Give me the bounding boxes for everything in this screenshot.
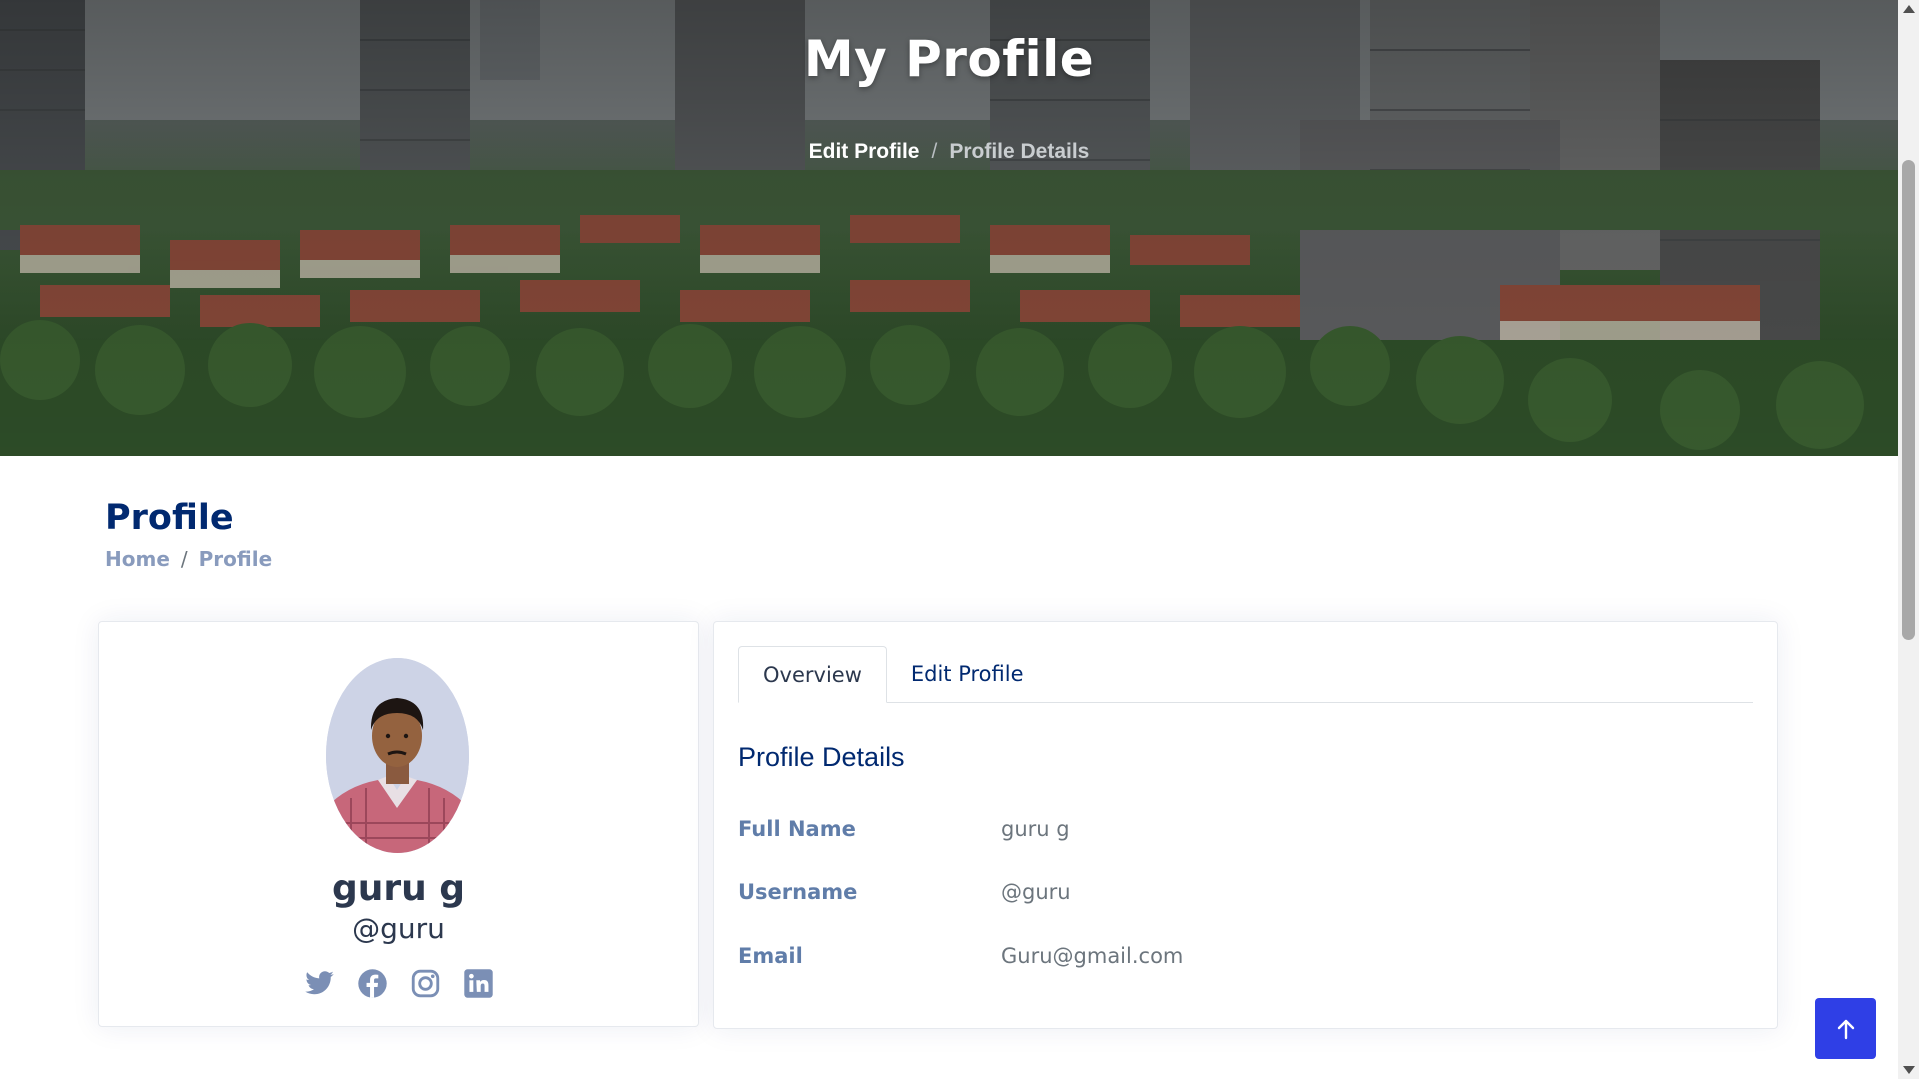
hero-banner: My Profile Edit Profile / Profile Details <box>0 0 1898 456</box>
page-scrollbar[interactable] <box>1898 0 1919 1079</box>
detail-row-email: Email Guru@gmail.com <box>738 944 1738 974</box>
hero-breadcrumb-profile-details: Profile Details <box>949 140 1090 163</box>
avatar <box>326 658 469 853</box>
detail-value: Guru@gmail.com <box>1001 944 1184 968</box>
scroll-up-arrow-icon[interactable] <box>1903 5 1915 13</box>
scrollbar-thumb[interactable] <box>1902 160 1915 640</box>
hero-breadcrumb-separator: / <box>931 140 938 163</box>
linkedin-link[interactable] <box>463 968 494 999</box>
profile-handle: @guru <box>352 912 445 945</box>
arrow-up-icon <box>1837 1019 1854 1039</box>
tab-overview[interactable]: Overview <box>738 646 887 703</box>
section-title: Profile Details <box>738 742 905 772</box>
social-links <box>99 968 698 999</box>
detail-label: Email <box>738 944 803 968</box>
detail-label: Username <box>738 880 858 904</box>
scroll-down-arrow-icon[interactable] <box>1903 1066 1915 1074</box>
detail-row-full-name: Full Name guru g <box>738 817 1738 847</box>
page-title: Profile <box>105 498 234 538</box>
detail-label: Full Name <box>738 817 856 841</box>
hero-breadcrumb: Edit Profile / Profile Details <box>0 140 1898 164</box>
detail-row-username: Username @guru <box>738 880 1738 910</box>
breadcrumb-current: Profile <box>198 547 273 571</box>
detail-value: @guru <box>1001 880 1071 904</box>
twitter-link[interactable] <box>304 968 335 999</box>
breadcrumb-home-link[interactable]: Home <box>105 547 170 571</box>
profile-card: guru g @guru <box>98 621 699 1027</box>
profile-tabs: Overview Edit Profile <box>738 646 1753 703</box>
back-to-top-button[interactable] <box>1815 998 1876 1059</box>
breadcrumb-separator: / <box>180 547 188 571</box>
instagram-link[interactable] <box>410 968 441 999</box>
profile-name: guru g <box>331 868 466 909</box>
avatar-photo <box>326 658 469 853</box>
detail-value: guru g <box>1001 817 1070 841</box>
tab-edit-profile[interactable]: Edit Profile <box>887 646 1048 702</box>
linkedin-icon <box>463 969 493 998</box>
breadcrumb: Home / Profile <box>105 547 272 571</box>
instagram-icon <box>411 969 439 998</box>
facebook-link[interactable] <box>357 968 388 999</box>
hero-breadcrumb-edit-profile[interactable]: Edit Profile <box>809 140 920 163</box>
facebook-icon <box>357 969 387 998</box>
profile-details-card: Overview Edit Profile Profile Details Fu… <box>713 621 1778 1029</box>
hero-title: My Profile <box>803 30 1095 88</box>
twitter-icon <box>304 971 334 995</box>
